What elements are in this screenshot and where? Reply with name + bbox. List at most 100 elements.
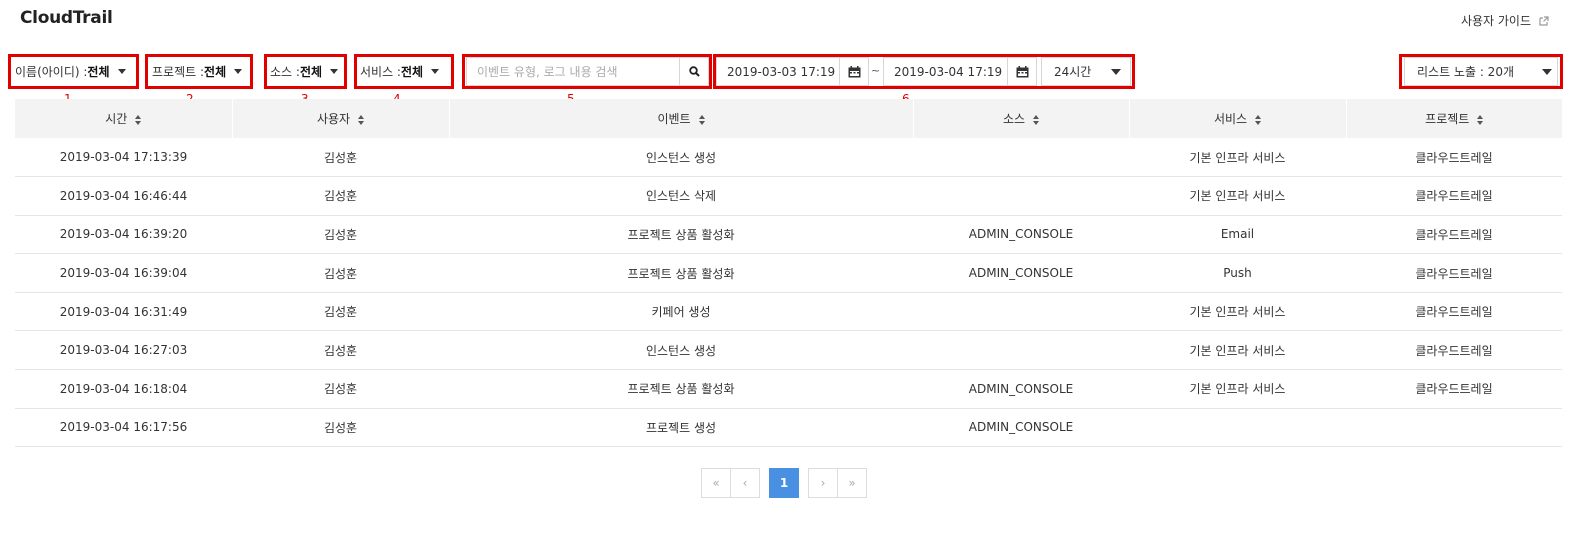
cell-event: 인스턴스 삭제: [449, 176, 913, 216]
name-filter-dropdown[interactable]: 이름(아이디) : 전체: [15, 54, 126, 89]
first-page-button[interactable]: «: [701, 468, 731, 498]
cell-source: [913, 138, 1129, 178]
page-1-button[interactable]: 1: [769, 468, 799, 498]
calendar-to-button[interactable]: [1007, 58, 1036, 85]
chevron-down-icon: [234, 69, 243, 74]
cell-user: 김성훈: [232, 215, 449, 255]
cell-source: ADMIN_CONSOLE: [913, 369, 1129, 409]
list-size-value: 리스트 노출 : 20개: [1417, 65, 1514, 79]
table-row[interactable]: 2019-03-04 16:17:56 김성훈 프로젝트 생성 ADMIN_CONSO…: [15, 408, 1562, 448]
table-row[interactable]: 2019-03-04 16:31:49 김성훈 키페어 생성 기본 인프라 서비스 클라…: [15, 292, 1562, 332]
cell-time: 2019-03-04 16:27:03: [15, 330, 232, 371]
cell-project: 클라우드트레일: [1346, 330, 1562, 371]
cell-event: 프로젝트 상품 활성화: [449, 369, 913, 409]
project-filter-label: 프로젝트 :: [152, 65, 205, 79]
cell-time: 2019-03-04 17:13:39: [15, 138, 232, 178]
list-size-dropdown[interactable]: 리스트 노출 : 20개: [1404, 57, 1558, 86]
cell-project: 클라우드트레일: [1346, 369, 1562, 409]
cell-time: 2019-03-04 16:31:49: [15, 292, 232, 332]
search-button[interactable]: [679, 58, 708, 85]
cell-user: 김성훈: [232, 408, 449, 448]
column-header-label: 서비스: [1213, 112, 1248, 126]
source-filter-dropdown[interactable]: 소스 : 전체: [270, 54, 339, 89]
column-header-label: 시간: [105, 112, 128, 126]
chevron-down-icon: [117, 69, 126, 74]
table-row[interactable]: 2019-03-04 16:27:03 김성훈 인스턴스 생성 기본 인프라 서비스 클…: [15, 330, 1562, 371]
cell-source: ADMIN_CONSOLE: [913, 215, 1129, 255]
column-header-label: 프로젝트: [1425, 112, 1470, 126]
table-row[interactable]: 2019-03-04 17:13:39 김성훈 인스턴스 생성 기본 인프라 서비스 클…: [15, 138, 1562, 178]
prev-page-button[interactable]: ‹: [730, 468, 760, 498]
cell-source: ADMIN_CONSOLE: [913, 408, 1129, 448]
cell-event: 인스턴스 생성: [449, 330, 913, 371]
cell-event: 프로젝트 상품 활성화: [449, 215, 913, 255]
page-title: CloudTrail: [20, 8, 113, 28]
user-guide-link[interactable]: 사용자 가이드: [1461, 12, 1549, 29]
pagination: « ‹ 1 › »: [701, 468, 867, 498]
name-filter-value: 전체: [87, 65, 110, 79]
column-header-source[interactable]: 소스: [913, 99, 1130, 138]
cell-user: 김성훈: [232, 292, 449, 332]
cell-user: 김성훈: [232, 138, 449, 178]
cell-source: [913, 292, 1129, 332]
cell-project: [1346, 408, 1562, 448]
column-header-time[interactable]: 시간: [15, 99, 233, 138]
chevron-down-icon: [330, 69, 339, 74]
cell-service: 기본 인프라 서비스: [1129, 330, 1346, 371]
cell-user: 김성훈: [232, 253, 449, 293]
date-to-field[interactable]: 2019-03-04 17:19: [883, 57, 1037, 86]
chevron-down-icon: [1111, 68, 1122, 75]
cell-project: 클라우드트레일: [1346, 253, 1562, 293]
date-from-field[interactable]: 2019-03-03 17:19: [716, 57, 869, 86]
sort-icon: [358, 114, 365, 125]
cell-source: [913, 176, 1129, 216]
table-row[interactable]: 2019-03-04 16:46:44 김성훈 인스턴스 삭제 기본 인프라 서비스 클…: [15, 176, 1562, 216]
cell-event: 프로젝트 생성: [449, 408, 913, 448]
cell-time: 2019-03-04 16:17:56: [15, 408, 232, 448]
cell-service: 기본 인프라 서비스: [1129, 369, 1346, 409]
cell-user: 김성훈: [232, 176, 449, 216]
cell-service: 기본 인프라 서비스: [1129, 138, 1346, 178]
table-header-row: 시간 사용자 이벤트 소스 서비스 프로젝트: [15, 99, 1562, 138]
table-row[interactable]: 2019-03-04 16:39:04 김성훈 프로젝트 상품 활성화 ADMIN_C…: [15, 253, 1562, 293]
column-header-event[interactable]: 이벤트: [449, 99, 914, 138]
time-range-dropdown[interactable]: 24시간: [1041, 57, 1131, 86]
search-icon: [688, 66, 700, 77]
cell-source: [913, 330, 1129, 371]
service-filter-value: 전체: [400, 65, 424, 79]
external-link-icon: [1539, 15, 1549, 26]
service-filter-dropdown[interactable]: 서비스 : 전체: [360, 54, 440, 89]
cell-project: 클라우드트레일: [1346, 215, 1562, 255]
cell-time: 2019-03-04 16:39:04: [15, 253, 232, 293]
name-filter-label: 이름(아이디) :: [15, 65, 88, 79]
date-to-value: 2019-03-04 17:19: [894, 64, 1003, 79]
date-from-value: 2019-03-03 17:19: [727, 64, 836, 79]
project-filter-dropdown[interactable]: 프로젝트 : 전체: [152, 54, 243, 89]
cell-time: 2019-03-04 16:39:20: [15, 215, 232, 255]
calendar-from-button[interactable]: [839, 58, 868, 85]
cell-project: 클라우드트레일: [1346, 292, 1562, 332]
chevron-down-icon: [1542, 68, 1552, 75]
user-guide-label: 사용자 가이드: [1460, 14, 1531, 28]
cell-event: 프로젝트 상품 활성화: [449, 253, 913, 293]
column-header-user[interactable]: 사용자: [232, 99, 450, 138]
column-header-project[interactable]: 프로젝트: [1346, 99, 1562, 138]
column-header-label: 사용자: [316, 112, 351, 126]
service-filter-label: 서비스 :: [360, 65, 401, 79]
sort-icon: [698, 114, 705, 125]
calendar-icon: [1016, 65, 1028, 77]
column-header-label: 이벤트: [657, 112, 691, 126]
column-header-service[interactable]: 서비스: [1129, 99, 1347, 138]
calendar-icon: [848, 65, 860, 77]
event-search-input[interactable]: [467, 58, 679, 85]
chevron-down-icon: [431, 69, 440, 74]
last-page-button[interactable]: »: [837, 468, 867, 498]
cell-time: 2019-03-04 16:18:04: [15, 369, 232, 409]
table-row[interactable]: 2019-03-04 16:18:04 김성훈 프로젝트 상품 활성화 ADMIN_C…: [15, 369, 1562, 409]
cell-service: Email: [1129, 215, 1346, 255]
sort-icon: [1033, 114, 1040, 125]
source-filter-value: 전체: [299, 65, 323, 79]
table-row[interactable]: 2019-03-04 16:39:20 김성훈 프로젝트 상품 활성화 ADMIN_C…: [15, 215, 1562, 255]
next-page-button[interactable]: ›: [808, 468, 838, 498]
filter-toolbar: 이름(아이디) :전체 프로젝트 :전체 소스 :전체 서비스 :전체 2019…: [0, 54, 1585, 94]
